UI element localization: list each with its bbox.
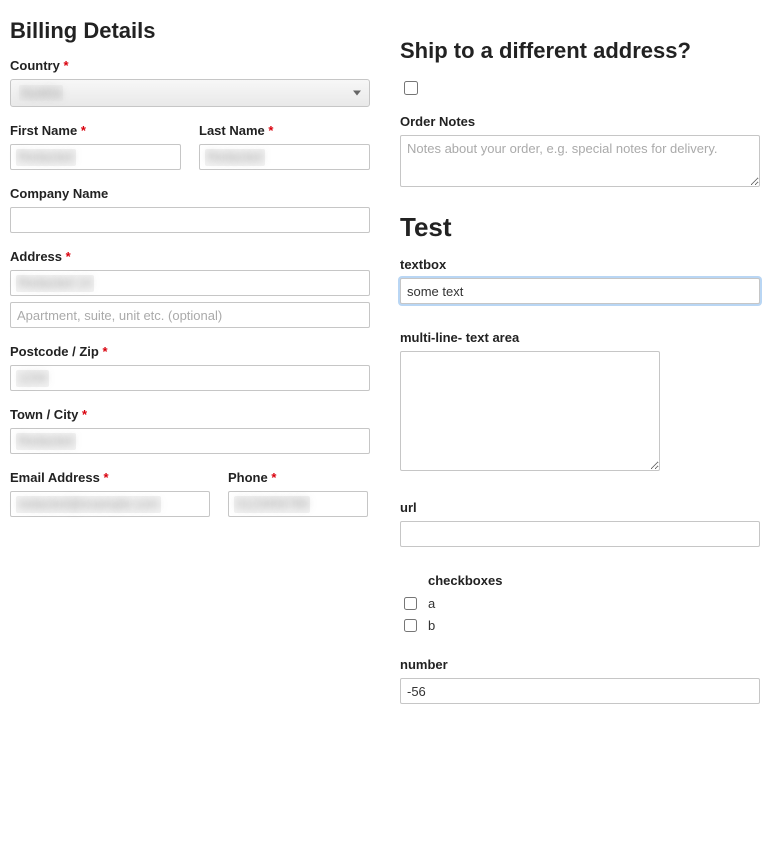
phone-value: 0123456789 [234,496,310,513]
required-marker: * [103,470,108,485]
ship-different-checkbox[interactable] [404,81,418,95]
order-notes-label: Order Notes [400,114,760,129]
country-select[interactable]: Austria [10,79,370,107]
textbox-input[interactable] [400,278,760,304]
required-marker: * [271,470,276,485]
address2-input[interactable] [10,302,370,328]
checkbox-a-label: a [428,596,435,611]
checkbox-b-label: b [428,618,435,633]
test-heading: Test [400,212,760,243]
postcode-label: Postcode / Zip * [10,344,370,359]
first-name-label: First Name * [10,123,181,138]
phone-label: Phone * [228,470,370,485]
chevron-down-icon [353,91,361,96]
required-marker: * [82,407,87,422]
company-label: Company Name [10,186,370,201]
checkbox-a[interactable] [404,597,417,610]
textbox-label: textbox [400,257,760,272]
last-name-label: Last Name * [199,123,370,138]
checkbox-b[interactable] [404,619,417,632]
postcode-input[interactable] [10,365,370,391]
url-label: url [400,500,760,515]
required-marker: * [66,249,71,264]
city-value: Redacted [16,433,76,450]
postcode-value: 1234 [16,370,49,387]
country-value: Austria [19,85,63,102]
checkboxes-label: checkboxes [428,573,760,588]
multiline-label: multi-line- text area [400,330,760,345]
multiline-textarea[interactable] [400,351,660,471]
required-marker: * [63,58,68,73]
address-label: Address * [10,249,370,264]
number-label: number [400,657,760,672]
number-input[interactable] [400,678,760,704]
country-label: Country * [10,58,370,73]
required-marker: * [102,344,107,359]
required-marker: * [81,123,86,138]
order-notes-textarea[interactable] [400,135,760,187]
address1-value: Redacted 14 [16,275,94,292]
required-marker: * [268,123,273,138]
billing-heading: Billing Details [10,18,370,44]
shipping-heading: Ship to a different address? [400,38,760,64]
email-value: redacted@example.com [16,496,161,513]
email-label: Email Address * [10,470,210,485]
company-input[interactable] [10,207,370,233]
last-name-value: Redacted [205,149,265,166]
first-name-value: Redacted [16,149,76,166]
city-label: Town / City * [10,407,370,422]
url-input[interactable] [400,521,760,547]
